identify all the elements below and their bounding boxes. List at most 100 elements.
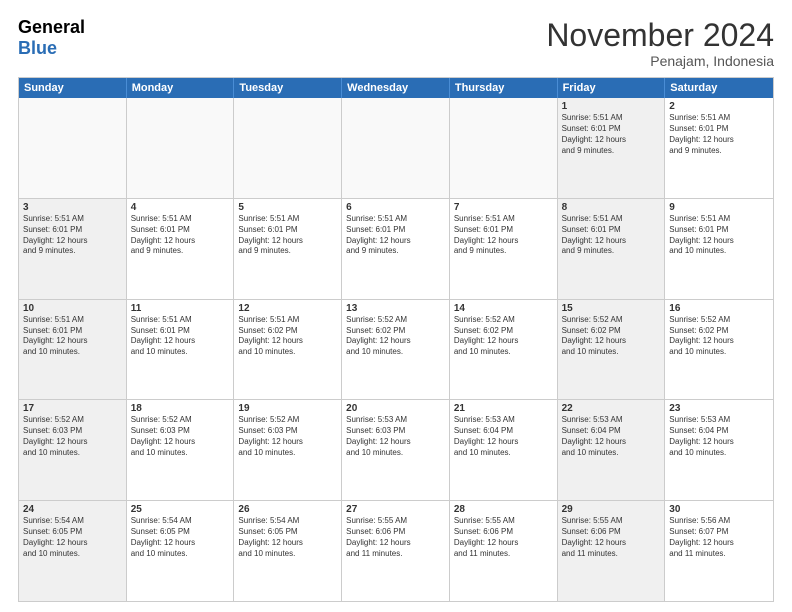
day-number: 18: [131, 403, 230, 414]
cell-info: Sunrise: 5:55 AM Sunset: 6:06 PM Dayligh…: [346, 516, 445, 559]
header: General Blue November 2024 Penajam, Indo…: [18, 18, 774, 69]
cal-cell-r3c2: 19Sunrise: 5:52 AM Sunset: 6:03 PM Dayli…: [234, 400, 342, 500]
cell-info: Sunrise: 5:51 AM Sunset: 6:01 PM Dayligh…: [238, 214, 337, 257]
cal-cell-r0c4: [450, 98, 558, 198]
cal-cell-r3c1: 18Sunrise: 5:52 AM Sunset: 6:03 PM Dayli…: [127, 400, 235, 500]
logo-blue: Blue: [18, 38, 85, 59]
day-number: 3: [23, 202, 122, 213]
day-number: 1: [562, 101, 661, 112]
day-number: 27: [346, 504, 445, 515]
header-day-tuesday: Tuesday: [234, 78, 342, 98]
calendar-header: SundayMondayTuesdayWednesdayThursdayFrid…: [19, 78, 773, 98]
day-number: 11: [131, 303, 230, 314]
cal-cell-r1c6: 9Sunrise: 5:51 AM Sunset: 6:01 PM Daylig…: [665, 199, 773, 299]
cell-info: Sunrise: 5:52 AM Sunset: 6:03 PM Dayligh…: [23, 415, 122, 458]
day-number: 2: [669, 101, 769, 112]
calendar-row-4: 24Sunrise: 5:54 AM Sunset: 6:05 PM Dayli…: [19, 500, 773, 601]
cell-info: Sunrise: 5:55 AM Sunset: 6:06 PM Dayligh…: [454, 516, 553, 559]
day-number: 4: [131, 202, 230, 213]
cell-info: Sunrise: 5:51 AM Sunset: 6:01 PM Dayligh…: [346, 214, 445, 257]
cell-info: Sunrise: 5:53 AM Sunset: 6:04 PM Dayligh…: [454, 415, 553, 458]
cal-cell-r0c6: 2Sunrise: 5:51 AM Sunset: 6:01 PM Daylig…: [665, 98, 773, 198]
day-number: 13: [346, 303, 445, 314]
day-number: 29: [562, 504, 661, 515]
day-number: 6: [346, 202, 445, 213]
day-number: 8: [562, 202, 661, 213]
cal-cell-r4c1: 25Sunrise: 5:54 AM Sunset: 6:05 PM Dayli…: [127, 501, 235, 601]
cal-cell-r4c5: 29Sunrise: 5:55 AM Sunset: 6:06 PM Dayli…: [558, 501, 666, 601]
day-number: 12: [238, 303, 337, 314]
day-number: 21: [454, 403, 553, 414]
day-number: 9: [669, 202, 769, 213]
day-number: 23: [669, 403, 769, 414]
calendar-body: 1Sunrise: 5:51 AM Sunset: 6:01 PM Daylig…: [19, 98, 773, 601]
cal-cell-r2c0: 10Sunrise: 5:51 AM Sunset: 6:01 PM Dayli…: [19, 300, 127, 400]
calendar-row-2: 10 Sunrise: 5:51 AM Sunset: 6:01 PM Dayli…: [19, 299, 773, 400]
cell-info: Sunrise: 5:55 AM Sunset: 6:06 PM Dayligh…: [562, 516, 661, 559]
cal-cell-r3c0: 17Sunrise: 5:52 AM Sunset: 6:03 PM Dayli…: [19, 400, 127, 500]
title-block: November 2024 Penajam, Indonesia: [546, 18, 774, 69]
cell-info: Sunrise: 5:51 AM Sunset: 6:02 PM Dayligh…: [238, 315, 337, 358]
day-number: 17: [23, 403, 122, 414]
cell-info: Sunrise: 5:52 AM Sunset: 6:02 PM Dayligh…: [669, 315, 769, 358]
day-number: 16: [669, 303, 769, 314]
cal-cell-r0c5: 1Sunrise: 5:51 AM Sunset: 6:01 PM Daylig…: [558, 98, 666, 198]
cal-cell-r1c1: 4Sunrise: 5:51 AM Sunset: 6:01 PM Daylig…: [127, 199, 235, 299]
cal-cell-r4c2: 26Sunrise: 5:54 AM Sunset: 6:05 PM Dayli…: [234, 501, 342, 601]
cal-cell-r1c5: 8Sunrise: 5:51 AM Sunset: 6:01 PM Daylig…: [558, 199, 666, 299]
cell-info: Sunrise: 5:51 AM Sunset: 6:01 PM Dayligh…: [562, 113, 661, 156]
day-number: 25: [131, 504, 230, 515]
cal-cell-r2c1: 11Sunrise: 5:51 AM Sunset: 6:01 PM Dayli…: [127, 300, 235, 400]
cal-cell-r4c0: 24Sunrise: 5:54 AM Sunset: 6:05 PM Dayli…: [19, 501, 127, 601]
cell-info: Sunrise: 5:52 AM Sunset: 6:02 PM Dayligh…: [562, 315, 661, 358]
cal-cell-r4c3: 27Sunrise: 5:55 AM Sunset: 6:06 PM Dayli…: [342, 501, 450, 601]
cal-cell-r0c0: [19, 98, 127, 198]
day-number: 28: [454, 504, 553, 515]
day-number: 24: [23, 504, 122, 515]
cal-cell-r2c2: 12Sunrise: 5:51 AM Sunset: 6:02 PM Dayli…: [234, 300, 342, 400]
cal-cell-r4c6: 30Sunrise: 5:56 AM Sunset: 6:07 PM Dayli…: [665, 501, 773, 601]
cell-info: Sunrise: 5:56 AM Sunset: 6:07 PM Dayligh…: [669, 516, 769, 559]
cell-info: Sunrise: 5:53 AM Sunset: 6:03 PM Dayligh…: [346, 415, 445, 458]
cal-cell-r2c3: 13Sunrise: 5:52 AM Sunset: 6:02 PM Dayli…: [342, 300, 450, 400]
day-number: 19: [238, 403, 337, 414]
cal-cell-r2c4: 14Sunrise: 5:52 AM Sunset: 6:02 PM Dayli…: [450, 300, 558, 400]
header-day-friday: Friday: [558, 78, 666, 98]
calendar-row-0: 1Sunrise: 5:51 AM Sunset: 6:01 PM Daylig…: [19, 98, 773, 198]
cal-cell-r1c3: 6Sunrise: 5:51 AM Sunset: 6:01 PM Daylig…: [342, 199, 450, 299]
cal-cell-r4c4: 28Sunrise: 5:55 AM Sunset: 6:06 PM Dayli…: [450, 501, 558, 601]
cell-info: Sunrise: 5:53 AM Sunset: 6:04 PM Dayligh…: [669, 415, 769, 458]
header-day-sunday: Sunday: [19, 78, 127, 98]
cell-info: Sunrise: 5:52 AM Sunset: 6:02 PM Dayligh…: [346, 315, 445, 358]
cal-cell-r1c2: 5Sunrise: 5:51 AM Sunset: 6:01 PM Daylig…: [234, 199, 342, 299]
cal-cell-r2c6: 16Sunrise: 5:52 AM Sunset: 6:02 PM Dayli…: [665, 300, 773, 400]
page: General Blue November 2024 Penajam, Indo…: [0, 0, 792, 612]
cal-cell-r3c6: 23Sunrise: 5:53 AM Sunset: 6:04 PM Dayli…: [665, 400, 773, 500]
cal-cell-r3c5: 22Sunrise: 5:53 AM Sunset: 6:04 PM Dayli…: [558, 400, 666, 500]
cal-cell-r3c4: 21Sunrise: 5:53 AM Sunset: 6:04 PM Dayli…: [450, 400, 558, 500]
cell-info: Sunrise: 5:54 AM Sunset: 6:05 PM Dayligh…: [238, 516, 337, 559]
day-number: 30: [669, 504, 769, 515]
cal-cell-r0c3: [342, 98, 450, 198]
logo: General Blue: [18, 18, 85, 59]
day-number: 20: [346, 403, 445, 414]
cell-info: Sunrise: 5:51 AM Sunset: 6:01 PM Dayligh…: [131, 315, 230, 358]
cell-info: Sunrise: 5:54 AM Sunset: 6:05 PM Dayligh…: [23, 516, 122, 559]
day-number: 10: [23, 303, 122, 314]
header-day-wednesday: Wednesday: [342, 78, 450, 98]
cell-info: Sunrise: 5:51 AM Sunset: 6:01 PM Dayligh…: [669, 214, 769, 257]
day-number: 5: [238, 202, 337, 213]
cell-info: Sunrise: 5:51 AM Sunset: 6:01 PM Dayligh…: [23, 214, 122, 257]
month-year: November 2024: [546, 18, 774, 53]
cal-cell-r3c3: 20Sunrise: 5:53 AM Sunset: 6:03 PM Dayli…: [342, 400, 450, 500]
day-number: 15: [562, 303, 661, 314]
location: Penajam, Indonesia: [546, 53, 774, 69]
day-number: 22: [562, 403, 661, 414]
cell-info: Sunrise: 5:51 AM Sunset: 6:01 PM Dayligh…: [131, 214, 230, 257]
cell-info: Sunrise: 5:51 AM Sunset: 6:01 PM Dayligh…: [454, 214, 553, 257]
header-day-thursday: Thursday: [450, 78, 558, 98]
logo-general: General: [18, 18, 85, 38]
cell-info: Sunrise: 5:51 AM Sunset: 6:01 PM Dayligh…: [562, 214, 661, 257]
cell-info: Sunrise: 5:54 AM Sunset: 6:05 PM Dayligh…: [131, 516, 230, 559]
cal-cell-r1c4: 7Sunrise: 5:51 AM Sunset: 6:01 PM Daylig…: [450, 199, 558, 299]
